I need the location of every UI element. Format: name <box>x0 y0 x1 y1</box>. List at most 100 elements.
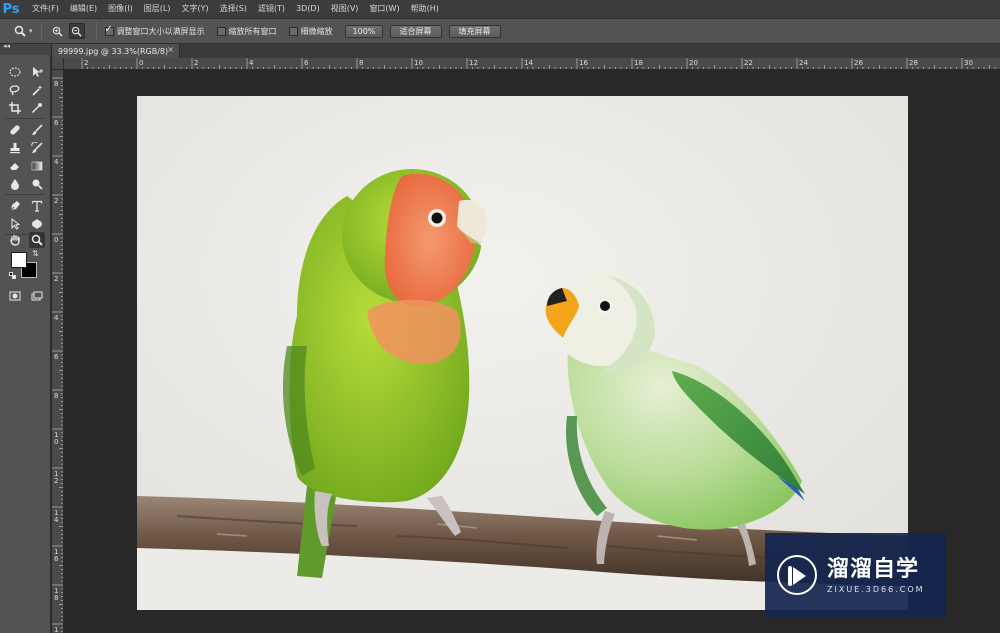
arrow-cursor-icon <box>11 218 21 230</box>
dodge-tool[interactable] <box>29 176 45 192</box>
eraser-icon <box>10 163 19 170</box>
checkbox-checked[interactable] <box>104 24 114 36</box>
collapse-icon[interactable]: ◂◂ <box>3 42 10 50</box>
ruler-label: 6 <box>54 119 59 127</box>
ruler-label: 30 <box>964 59 973 67</box>
magic-wand-tool[interactable] <box>29 82 45 98</box>
zoom-out-icon <box>71 26 82 37</box>
ruler-label: 6 <box>54 353 59 361</box>
divider <box>5 194 45 195</box>
screen-mode-button[interactable] <box>29 288 45 304</box>
zoom-icon <box>31 234 43 246</box>
ruler-label: 26 <box>854 59 863 67</box>
drop-icon <box>11 179 19 190</box>
menu-select[interactable]: 选择(S) <box>220 0 247 18</box>
zoom-all-windows-checkbox[interactable]: 缩放所有窗口 <box>216 26 277 37</box>
history-brush-icon <box>31 142 43 153</box>
horizontal-ruler[interactable]: 2 0 2 4 6 8 10 12 14 16 18 20 22 24 26 28 30 <box>64 58 1000 70</box>
close-icon[interactable]: × <box>167 45 174 54</box>
zoom-in-button[interactable] <box>50 23 66 39</box>
screen-mode-icon <box>31 291 43 301</box>
brush-icon <box>32 124 43 135</box>
ruler-label: 14 <box>524 59 533 67</box>
zoom-all-windows-label: 缩放所有窗口 <box>228 26 277 36</box>
lasso-tool[interactable] <box>7 82 23 98</box>
path-selection-tool[interactable] <box>7 216 23 232</box>
ruler-label: 4 <box>54 516 59 524</box>
shape-icon <box>32 219 42 229</box>
history-brush-tool[interactable] <box>29 140 45 156</box>
zoom-out-button[interactable] <box>68 23 85 39</box>
stamp-icon <box>10 143 20 154</box>
fill-screen-button[interactable]: 填充屏幕 <box>448 24 501 38</box>
ruler-label: 18 <box>634 59 643 67</box>
dodge-icon <box>32 179 43 190</box>
menu-edit[interactable]: 编辑(E) <box>70 0 97 18</box>
pen-tool[interactable] <box>7 198 23 214</box>
gradient-icon <box>31 161 43 171</box>
menu-bar: Ps 文件(F) 编辑(E) 图像(I) 图层(L) 文字(Y) 选择(S) 滤… <box>0 0 1000 18</box>
ruler-label: 12 <box>469 59 478 67</box>
default-colors-icon[interactable] <box>9 272 16 279</box>
checkbox-unchecked[interactable] <box>216 26 226 36</box>
ruler-label: 8 <box>54 80 58 88</box>
blur-tool[interactable] <box>7 176 23 192</box>
watermark-title: 溜溜自学 <box>827 556 920 582</box>
crop-tool[interactable] <box>7 100 23 116</box>
clone-stamp-tool[interactable] <box>7 140 23 156</box>
ruler-label: 4 <box>54 158 59 166</box>
eraser-tool[interactable] <box>7 158 23 174</box>
quick-mask-button[interactable] <box>7 288 23 304</box>
move-tool[interactable] <box>29 64 45 80</box>
marquee-icon <box>9 67 21 77</box>
ruler-label: 24 <box>799 59 808 67</box>
hand-tool[interactable] <box>7 232 23 248</box>
menu-image[interactable]: 图像(I) <box>108 0 133 18</box>
type-icon <box>31 200 43 212</box>
scrubby-zoom-label: 细微缩放 <box>300 26 333 36</box>
menu-layer[interactable]: 图层(L) <box>144 0 171 18</box>
ruler-ticks: 864202468101214161819 <box>52 77 63 633</box>
actual-pixels-button[interactable]: 100% <box>344 24 383 38</box>
photoshop-window: Ps 文件(F) 编辑(E) 图像(I) 图层(L) 文字(Y) 选择(S) 滤… <box>0 0 1000 633</box>
ruler-label: 2 <box>194 59 198 67</box>
ruler-label: 16 <box>579 59 588 67</box>
ruler-label: 2 <box>54 275 58 283</box>
ruler-label: 2 <box>54 477 58 485</box>
scrubby-zoom-checkbox[interactable]: 细微缩放 <box>288 26 333 37</box>
crop-icon <box>9 102 21 114</box>
foreground-color-swatch[interactable] <box>11 252 27 268</box>
type-tool[interactable] <box>29 198 45 214</box>
pen-icon <box>9 201 20 212</box>
eyedropper-tool[interactable] <box>29 100 45 116</box>
vertical-ruler[interactable]: 864202468101214161819 <box>52 70 64 633</box>
menu-view[interactable]: 视图(V) <box>331 0 359 18</box>
ruler-label: 4 <box>249 59 254 67</box>
menu-filter[interactable]: 滤镜(T) <box>258 0 285 18</box>
marquee-tool[interactable] <box>7 64 23 80</box>
ruler-label: 10 <box>414 59 423 67</box>
healing-brush-tool[interactable] <box>7 122 23 138</box>
document-tab[interactable]: 99999.jpg @ 33.3%(RGB/8) × <box>52 44 180 58</box>
menu-window[interactable]: 窗口(W) <box>369 0 399 18</box>
toolbox-collapse-handle[interactable]: ◂◂ <box>0 42 51 55</box>
ruler-origin[interactable] <box>52 58 64 70</box>
tool-preset-picker[interactable]: ▾ <box>14 25 33 37</box>
menu-3d[interactable]: 3D(D) <box>296 0 320 18</box>
checkbox-unchecked[interactable] <box>288 26 298 36</box>
gradient-tool[interactable] <box>29 158 45 174</box>
chevron-down-icon: ▾ <box>29 27 33 35</box>
swap-colors-icon[interactable]: ⇅ <box>32 249 39 258</box>
menu-type[interactable]: 文字(Y) <box>181 0 208 18</box>
brush-tool[interactable] <box>29 122 45 138</box>
ruler-label: 1 <box>54 626 58 633</box>
fit-screen-button[interactable]: 适合屏幕 <box>389 24 442 38</box>
custom-shape-tool[interactable] <box>29 216 45 232</box>
ruler-label: 6 <box>54 555 59 563</box>
resize-windows-checkbox[interactable]: 调整窗口大小以满屏显示 <box>104 24 205 37</box>
zoom-tool[interactable] <box>29 232 45 248</box>
hand-icon <box>10 234 20 246</box>
menu-help[interactable]: 帮助(H) <box>411 0 439 18</box>
zoom-icon <box>14 25 26 37</box>
menu-file[interactable]: 文件(F) <box>32 0 59 18</box>
